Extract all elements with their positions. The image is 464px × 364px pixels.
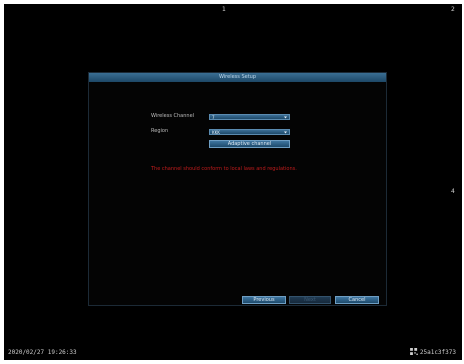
wireless-channel-value: 7 — [212, 115, 215, 120]
cancel-button[interactable]: Cancel — [335, 296, 379, 304]
adaptive-channel-button[interactable]: Adaptive channel — [209, 140, 290, 148]
chevron-down-icon — [284, 116, 287, 119]
channel-number-4: 4 — [451, 188, 455, 195]
wireless-setup-dialog: Wireless Setup Wireless Channel 7 Region… — [88, 72, 387, 306]
previous-button[interactable]: Previous — [242, 296, 286, 304]
qr-icon — [409, 348, 418, 355]
region-select[interactable]: KKK — [209, 129, 290, 135]
datetime-display: 2020/02/27 19:26:33 — [8, 349, 77, 356]
warning-text: The channel should conform to local laws… — [151, 166, 297, 172]
device-id-display: 25a1c3f373 — [409, 348, 456, 356]
region-value: KKK — [212, 130, 220, 135]
next-button[interactable]: Next — [289, 296, 331, 304]
dialog-title: Wireless Setup — [89, 73, 386, 82]
region-label: Region — [151, 128, 169, 134]
wireless-channel-label: Wireless Channel — [151, 113, 195, 119]
chevron-down-icon — [284, 131, 287, 134]
channel-number-1: 1 — [222, 6, 226, 13]
wireless-channel-select[interactable]: 7 — [209, 114, 290, 120]
device-id-text: 25a1c3f373 — [419, 349, 456, 356]
dvr-screen: 1 2 4 Wireless Setup Wireless Channel 7 … — [4, 4, 462, 360]
channel-number-2: 2 — [451, 6, 455, 13]
